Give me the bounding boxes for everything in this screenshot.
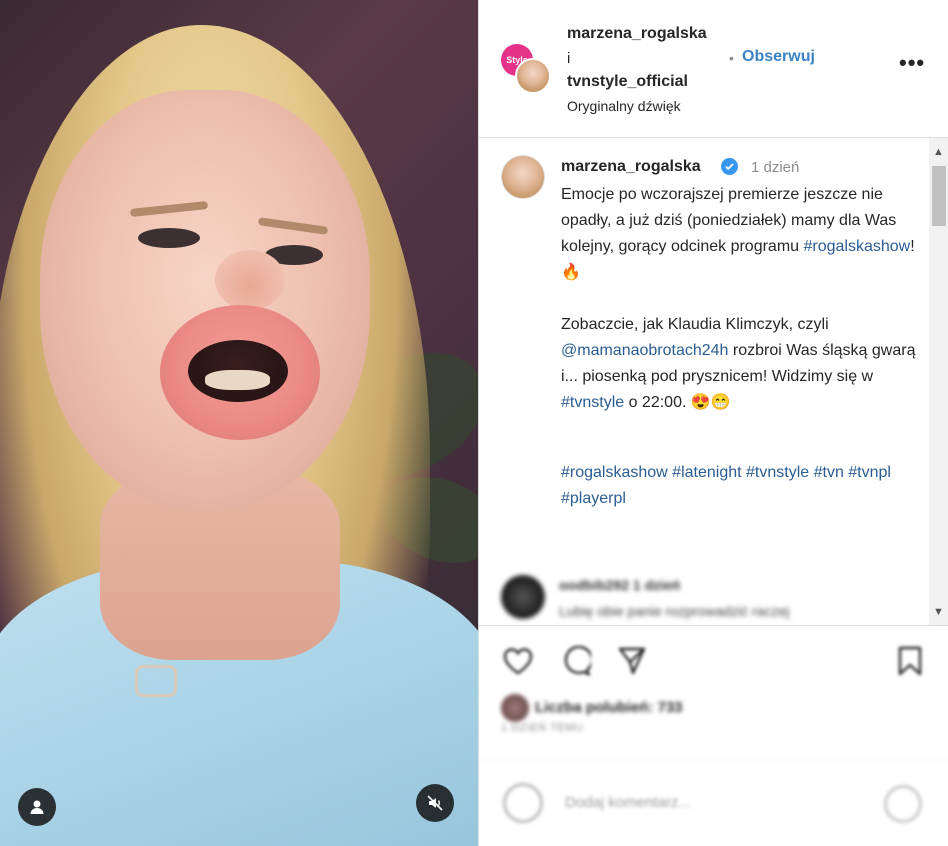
comment-icon (564, 646, 591, 676)
reel-video[interactable] (0, 0, 478, 846)
video-subject-teeth (205, 370, 270, 390)
post-header: Style marzena_rogalska i • Obserwuj tvns… (479, 0, 948, 138)
commenter-avatar[interactable] (501, 575, 545, 619)
post-actions: Liczba polubień: 733 (479, 625, 948, 722)
like-button[interactable] (501, 644, 535, 678)
caption-hashtags[interactable]: #rogalskashow #latenight #tvnstyle #tvn … (561, 460, 921, 512)
post-age: 1 DZIEŃ TEMU (501, 722, 584, 734)
collab-conjunction: i (567, 50, 571, 67)
caption-author-username[interactable]: marzena_rogalska (561, 158, 701, 176)
save-button[interactable] (893, 644, 927, 678)
tagged-users-button[interactable] (18, 788, 56, 826)
audio-link[interactable]: Oryginalny dźwięk (567, 98, 681, 114)
emoji-picker-icon[interactable] (503, 783, 543, 823)
commenter-username[interactable]: oodbib292 1 dzień (559, 577, 680, 593)
caption-segment: o 22:00. 😍😁 (624, 394, 731, 411)
post-details-panel: Style marzena_rogalska i • Obserwuj tvns… (478, 0, 948, 846)
follow-button[interactable]: Obserwuj (742, 48, 815, 66)
likes-summary[interactable]: Liczba polubień: 733 (501, 694, 801, 724)
video-subject-necklace (135, 665, 177, 697)
author-username-link[interactable]: marzena_rogalska (567, 25, 707, 43)
mute-button[interactable] (416, 784, 454, 822)
caption-scrollbar[interactable]: ▲ ▼ (929, 138, 948, 625)
hashtag-link[interactable]: #tvnstyle (561, 394, 624, 411)
mention-link[interactable]: @mamanaobrotach24h (561, 342, 728, 359)
more-options-button[interactable]: ••• (899, 52, 925, 74)
collab-avatars[interactable]: Style (501, 44, 551, 94)
caption-author-avatar[interactable] (501, 155, 545, 199)
video-subject-face (40, 90, 370, 510)
post-timestamp[interactable]: 1 dzień (751, 159, 799, 176)
caption-text: Emocje po wczorajszej premierze jeszcze … (561, 182, 921, 416)
marzena-avatar[interactable] (515, 58, 551, 94)
comment-text: Lubię obie panie rozprowadzić raczej (559, 603, 790, 619)
scroll-down-arrow-icon[interactable]: ▼ (933, 606, 944, 618)
comment-button[interactable] (559, 644, 593, 678)
bookmark-icon (898, 646, 922, 676)
comment-item: oodbib292 1 dzień Lubię obie panie rozpr… (501, 573, 921, 625)
caption-scroll-area[interactable]: marzena_rogalska 1 dzień Emocje po wczor… (479, 138, 948, 625)
action-icons-row (501, 644, 931, 678)
share-button[interactable] (615, 644, 649, 678)
likes-count[interactable]: Liczba polubień: 733 (535, 699, 683, 716)
user-icon (30, 800, 44, 814)
separator-dot: • (729, 50, 734, 66)
checkmark-icon (725, 163, 734, 171)
comment-input[interactable]: Dodaj komentarz... (565, 794, 691, 811)
heart-icon (503, 648, 533, 675)
video-subject-eye (138, 228, 200, 248)
collab-username-link[interactable]: tvnstyle_official (567, 73, 688, 91)
scroll-up-arrow-icon[interactable]: ▲ (933, 146, 944, 158)
add-comment-bar: Dodaj komentarz... (479, 760, 948, 846)
video-subject-nose (215, 250, 285, 310)
scrollbar-thumb[interactable] (932, 166, 946, 226)
verified-badge-icon (721, 158, 738, 175)
liker-avatar (501, 694, 529, 722)
speaker-muted-icon (427, 795, 443, 811)
hashtag-link[interactable]: #rogalskashow (804, 238, 911, 255)
share-icon (618, 647, 646, 675)
post-comment-button[interactable] (884, 785, 922, 823)
